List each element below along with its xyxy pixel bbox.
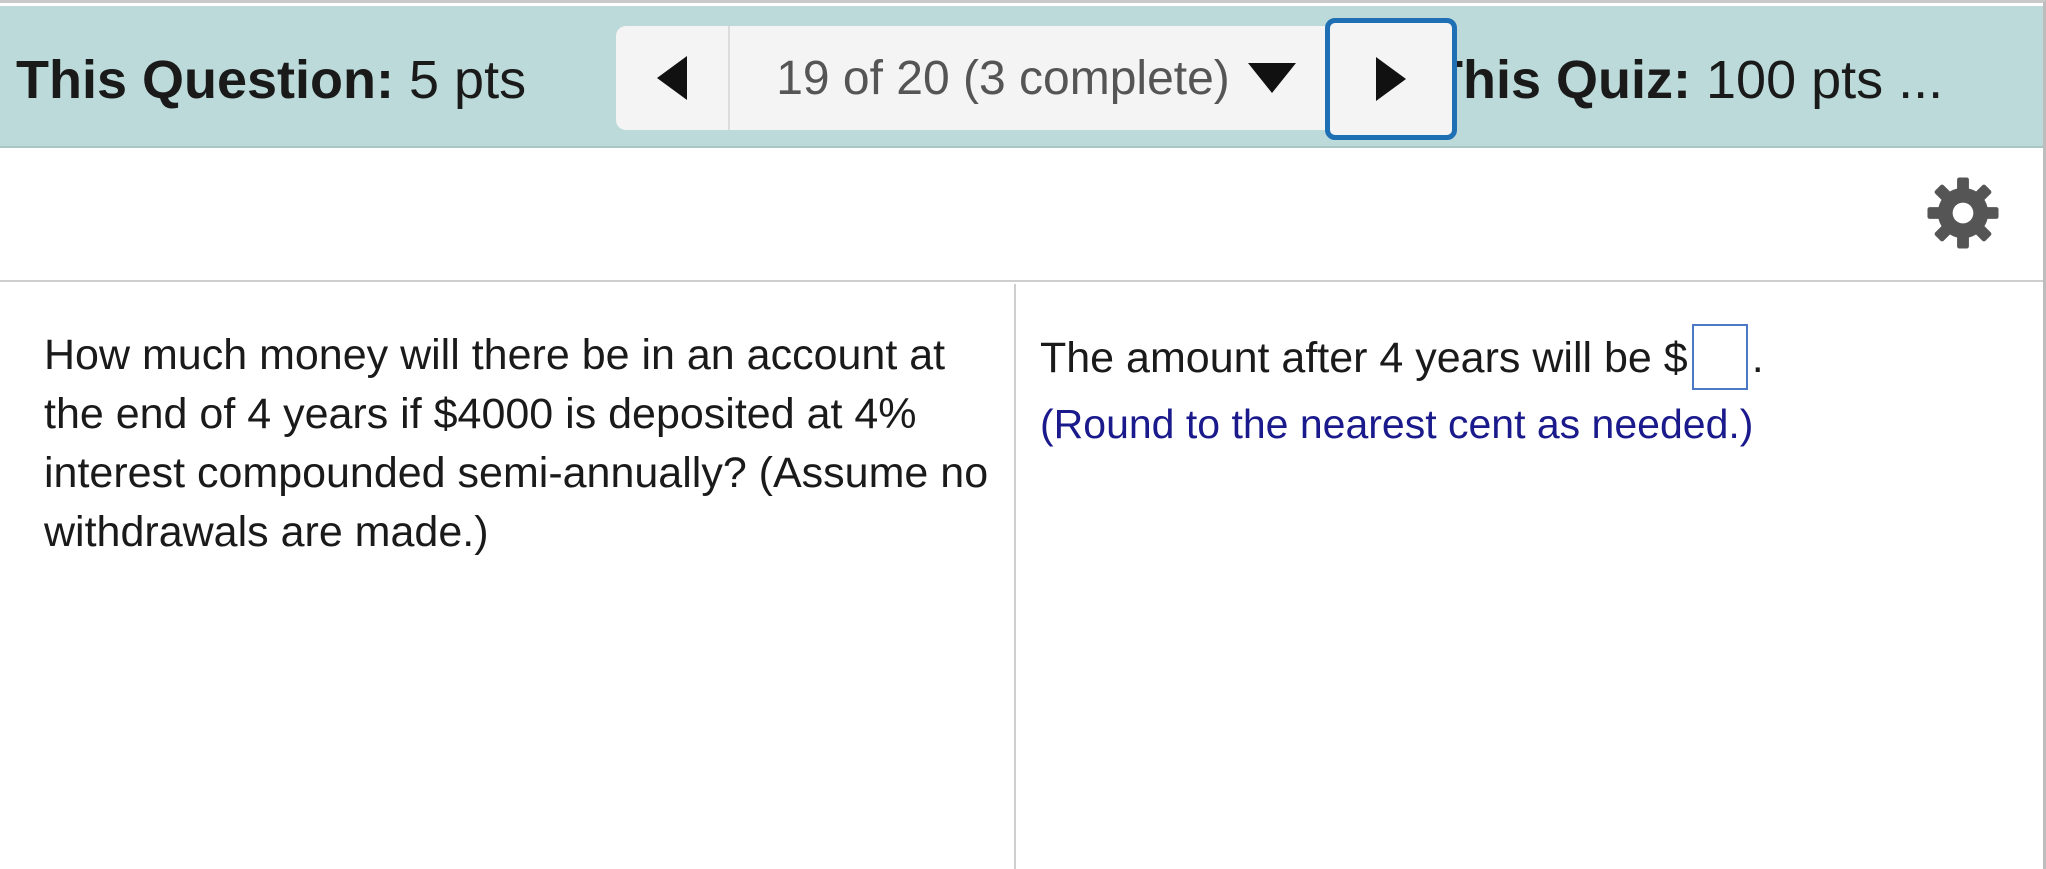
rounding-hint: (Round to the nearest cent as needed.) — [1040, 401, 1754, 447]
question-pane: How much money will there be in an accou… — [0, 284, 1016, 869]
answer-suffix: . — [1751, 334, 1764, 382]
question-points-label: This Question: — [16, 50, 394, 110]
quiz-header-bar: This Question: 5 pts 19 of 20 (3 complet… — [0, 6, 2043, 148]
answer-input[interactable] — [1691, 323, 1748, 390]
question-points-value: 5 pts — [409, 50, 527, 110]
quiz-points: This Quiz: 100 pts ... — [1430, 50, 1990, 110]
previous-question-button[interactable] — [616, 26, 730, 130]
triangle-left-icon — [657, 56, 687, 100]
triangle-right-icon — [1376, 57, 1406, 101]
next-question-button[interactable] — [1325, 18, 1457, 140]
question-toolbar — [0, 150, 2043, 282]
quiz-window: This Question: 5 pts 19 of 20 (3 complet… — [0, 0, 2046, 869]
question-position-text: 19 of 20 (3 complete) — [776, 51, 1230, 105]
answer-statement: The amount after 4 years will be $. — [1040, 323, 1764, 390]
quiz-points-value: 100 pts ... — [1706, 50, 1944, 110]
question-points: This Question: 5 pts — [16, 50, 526, 110]
question-text: How much money will there be in an accou… — [44, 331, 989, 556]
question-select-dropdown[interactable]: 19 of 20 (3 complete) — [732, 26, 1340, 130]
triangle-down-icon — [1247, 63, 1296, 93]
gear-icon[interactable] — [1926, 176, 2000, 250]
answer-prefix: The amount after 4 years will be $ — [1040, 334, 1688, 382]
quiz-points-label: This Quiz: — [1430, 50, 1691, 110]
answer-pane: The amount after 4 years will be $. (Rou… — [1018, 284, 2043, 869]
